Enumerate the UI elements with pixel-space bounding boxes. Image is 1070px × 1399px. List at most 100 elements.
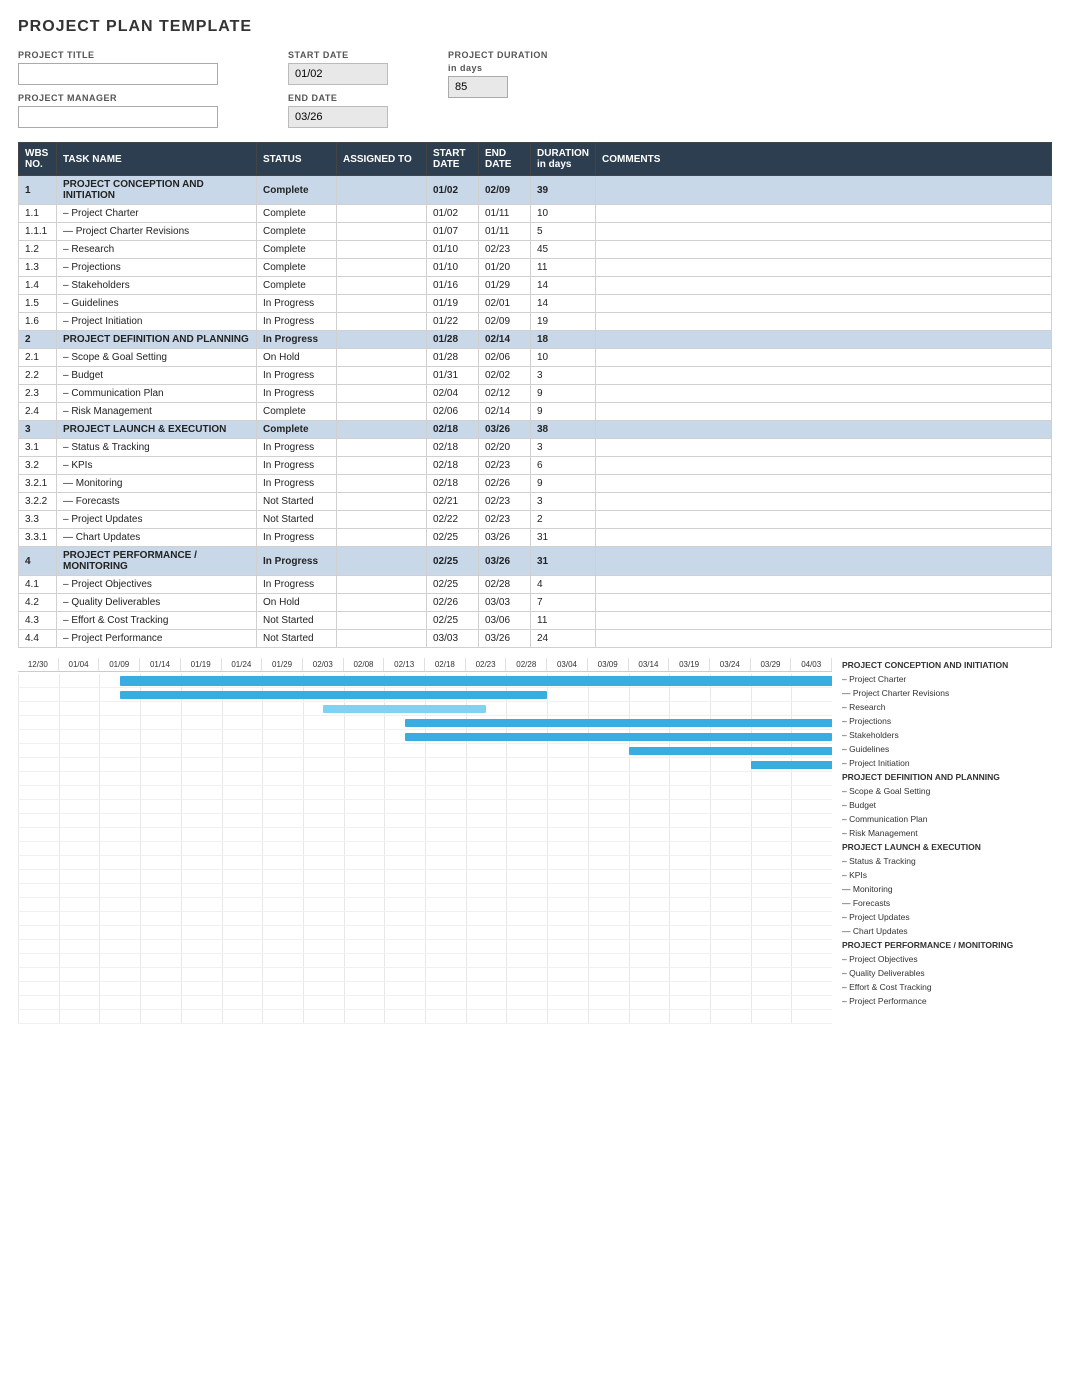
gantt-date-label: 02/08 — [344, 658, 385, 671]
duration-value[interactable] — [448, 76, 508, 98]
cell-comments — [596, 547, 1052, 576]
cell-start: 01/28 — [427, 349, 479, 367]
cell-wbs: 2.4 — [19, 403, 57, 421]
gantt-bar-row — [18, 954, 832, 968]
cell-duration: 10 — [531, 205, 596, 223]
cell-comments — [596, 241, 1052, 259]
cell-wbs: 2.2 — [19, 367, 57, 385]
cell-status: Complete — [257, 205, 337, 223]
cell-end: 02/06 — [479, 349, 531, 367]
cell-duration: 5 — [531, 223, 596, 241]
gantt-date-label: 02/28 — [506, 658, 547, 671]
project-manager-group: PROJECT MANAGER — [18, 93, 218, 128]
cell-start: 01/02 — [427, 176, 479, 205]
cell-assigned — [337, 594, 427, 612]
gantt-bar-row — [18, 814, 832, 828]
cell-duration: 18 — [531, 331, 596, 349]
gantt-legend-item: – Project Performance — [842, 994, 1052, 1008]
cell-status: In Progress — [257, 313, 337, 331]
cell-comments — [596, 630, 1052, 648]
cell-start: 02/06 — [427, 403, 479, 421]
cell-start: 02/26 — [427, 594, 479, 612]
gantt-date-label: 12/30 — [18, 658, 59, 671]
cell-end: 02/23 — [479, 457, 531, 475]
table-row: 2.1 – Scope & Goal Setting On Hold 01/28… — [19, 349, 1052, 367]
form-section: PROJECT TITLE PROJECT MANAGER START DATE… — [18, 50, 1052, 128]
cell-duration: 31 — [531, 529, 596, 547]
col-wbs-header: WBSNO. — [19, 143, 57, 176]
table-row: 1.1 – Project Charter Complete 01/02 01/… — [19, 205, 1052, 223]
cell-comments — [596, 277, 1052, 295]
gantt-legend: PROJECT CONCEPTION AND INITIATION– Proje… — [832, 658, 1052, 1024]
cell-task: – Communication Plan — [57, 385, 257, 403]
cell-task: — Chart Updates — [57, 529, 257, 547]
table-row: 3.2.1 — Monitoring In Progress 02/18 02/… — [19, 475, 1052, 493]
cell-status: Complete — [257, 176, 337, 205]
cell-assigned — [337, 313, 427, 331]
cell-status: In Progress — [257, 295, 337, 313]
cell-wbs: 1.4 — [19, 277, 57, 295]
cell-status: Complete — [257, 277, 337, 295]
cell-duration: 9 — [531, 403, 596, 421]
cell-status: In Progress — [257, 331, 337, 349]
cell-duration: 31 — [531, 547, 596, 576]
gantt-bar — [405, 719, 832, 727]
cell-end: 01/11 — [479, 205, 531, 223]
cell-wbs: 4.1 — [19, 576, 57, 594]
cell-comments — [596, 576, 1052, 594]
end-date-group: END DATE — [288, 93, 388, 128]
cell-assigned — [337, 367, 427, 385]
cell-comments — [596, 403, 1052, 421]
start-date-input[interactable] — [288, 63, 388, 85]
gantt-bar-row — [18, 842, 832, 856]
gantt-bar-row — [18, 716, 832, 730]
cell-assigned — [337, 547, 427, 576]
cell-task: – Stakeholders — [57, 277, 257, 295]
cell-task: – Research — [57, 241, 257, 259]
table-row: 1.4 – Stakeholders Complete 01/16 01/29 … — [19, 277, 1052, 295]
cell-end: 02/28 — [479, 576, 531, 594]
cell-duration: 2 — [531, 511, 596, 529]
table-row: 1.5 – Guidelines In Progress 01/19 02/01… — [19, 295, 1052, 313]
gantt-bar — [751, 761, 832, 769]
table-row: 3.3.1 — Chart Updates In Progress 02/25 … — [19, 529, 1052, 547]
table-row: 1 PROJECT CONCEPTION AND INITIATION Comp… — [19, 176, 1052, 205]
gantt-bar — [120, 691, 547, 699]
gantt-legend-item: – Projections — [842, 714, 1052, 728]
cell-wbs: 4.2 — [19, 594, 57, 612]
cell-duration: 3 — [531, 367, 596, 385]
cell-start: 01/16 — [427, 277, 479, 295]
cell-task: PROJECT PERFORMANCE / MONITORING — [57, 547, 257, 576]
cell-wbs: 3 — [19, 421, 57, 439]
gantt-bar-row — [18, 730, 832, 744]
cell-comments — [596, 259, 1052, 277]
gantt-legend-item: – Risk Management — [842, 826, 1052, 840]
project-title-input[interactable] — [18, 63, 218, 85]
gantt-bar-row — [18, 800, 832, 814]
cell-end: 03/26 — [479, 630, 531, 648]
gantt-legend-item: – Project Updates — [842, 910, 1052, 924]
cell-task: – Guidelines — [57, 295, 257, 313]
cell-duration: 14 — [531, 277, 596, 295]
cell-status: On Hold — [257, 594, 337, 612]
cell-wbs: 3.2 — [19, 457, 57, 475]
cell-wbs: 1.3 — [19, 259, 57, 277]
cell-duration: 38 — [531, 421, 596, 439]
cell-end: 01/29 — [479, 277, 531, 295]
gantt-legend-item: – Project Charter — [842, 672, 1052, 686]
gantt-bar-row — [18, 744, 832, 758]
cell-task: — Forecasts — [57, 493, 257, 511]
cell-end: 03/06 — [479, 612, 531, 630]
project-manager-input[interactable] — [18, 106, 218, 128]
cell-assigned — [337, 475, 427, 493]
gantt-date-label: 01/24 — [222, 658, 263, 671]
gantt-legend-item: – Stakeholders — [842, 728, 1052, 742]
end-date-input[interactable] — [288, 106, 388, 128]
gantt-date-label: 03/14 — [629, 658, 670, 671]
cell-duration: 39 — [531, 176, 596, 205]
cell-comments — [596, 493, 1052, 511]
cell-start: 01/28 — [427, 331, 479, 349]
gantt-bar-row — [18, 982, 832, 996]
project-title-group: PROJECT TITLE — [18, 50, 218, 85]
cell-assigned — [337, 295, 427, 313]
